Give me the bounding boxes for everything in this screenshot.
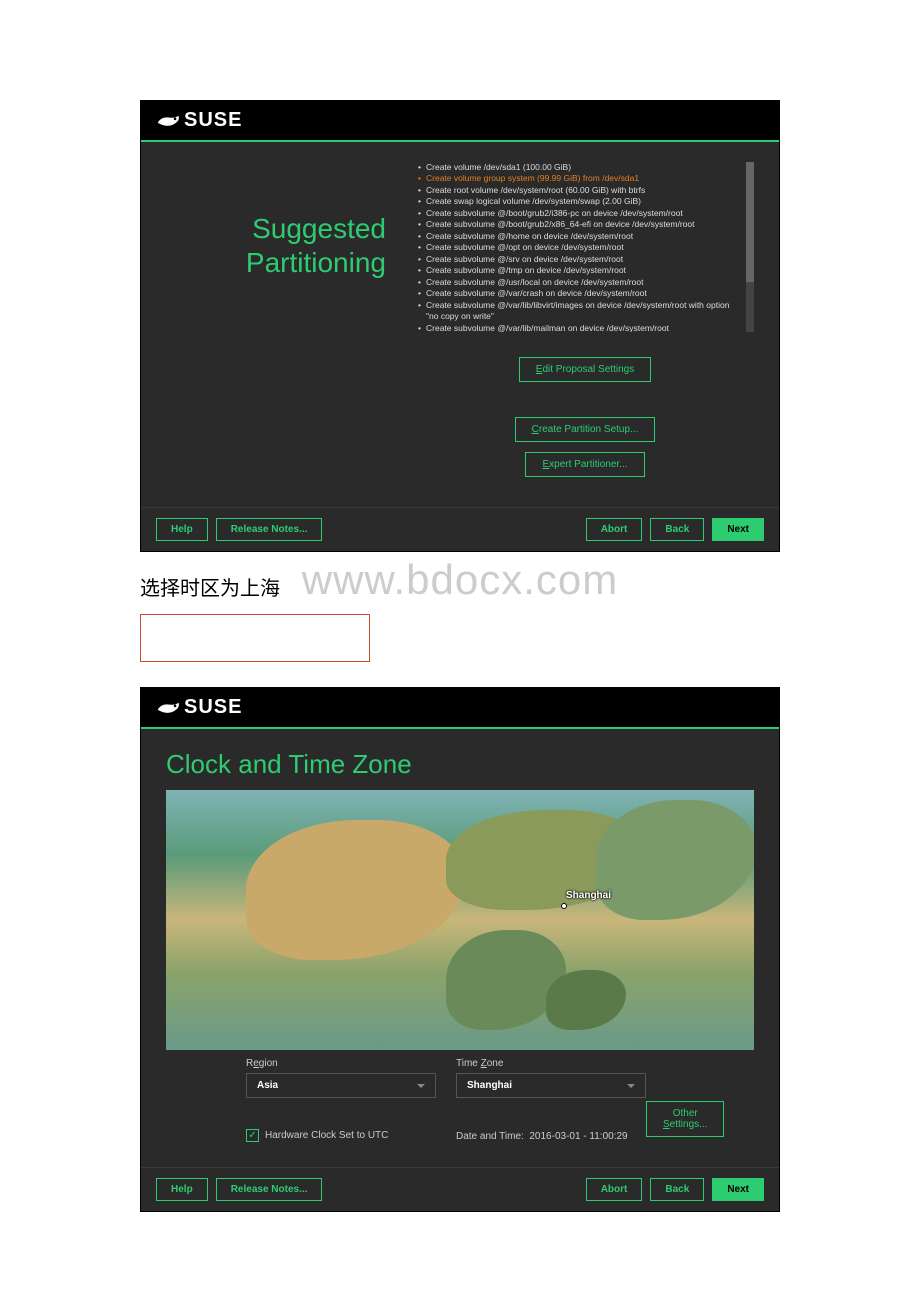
create-partition-button[interactable]: Create Partition Setup... <box>515 417 656 442</box>
hwclock-label: Hardware Clock Set to UTC <box>265 1130 388 1141</box>
proposal-item: Create subvolume @/srv on device /dev/sy… <box>416 254 742 265</box>
annotation-box <box>140 614 370 662</box>
proposal-item: Create volume group system (99.99 GiB) f… <box>416 173 742 184</box>
timezone-dropdown[interactable]: Shanghai <box>456 1073 646 1098</box>
clock-content: Clock and Time Zone Shanghai Region Asia <box>141 729 779 1167</box>
watermark: www.bdocx.com <box>140 556 780 604</box>
city-label: Shanghai <box>566 890 611 901</box>
help-button[interactable]: Help <box>156 518 208 541</box>
proposal-item: Create subvolume @/opt on device /dev/sy… <box>416 242 742 253</box>
proposal-item: Create subvolume @/var/crash on device /… <box>416 288 742 299</box>
edit-proposal-button[interactable]: Edit Proposal Settings <box>519 357 651 382</box>
abort-button[interactable]: Abort <box>586 1178 643 1201</box>
timezone-label: Time Zone <box>456 1058 646 1069</box>
release-notes-button[interactable]: Release Notes... <box>216 1178 323 1201</box>
partition-content: Suggested Partitioning Create volume /de… <box>141 142 779 507</box>
chameleon-icon <box>156 112 182 130</box>
region-label: Region <box>246 1058 436 1069</box>
brand-text: SUSE <box>184 109 242 132</box>
next-button[interactable]: Next <box>712 518 764 541</box>
proposal-item: Create root volume /dev/system/root (60.… <box>416 185 742 196</box>
help-button[interactable]: Help <box>156 1178 208 1201</box>
timezone-map[interactable]: Shanghai <box>166 790 754 1050</box>
region-dropdown[interactable]: Asia <box>246 1073 436 1098</box>
proposal-item: Create swap logical volume /dev/system/s… <box>416 196 742 207</box>
window-header: SUSE <box>141 688 779 729</box>
proposal-item: Create subvolume @/boot/grub2/x86_64-efi… <box>416 219 742 230</box>
page-title: Clock and Time Zone <box>166 749 754 780</box>
datetime-display: Date and Time: 2016-03-01 - 11:00:29 <box>456 1131 646 1142</box>
proposal-item: Create subvolume @/usr/local on device /… <box>416 277 742 288</box>
footer-bar: Help Release Notes... Abort Back Next <box>141 507 779 551</box>
abort-button[interactable]: Abort <box>586 518 643 541</box>
proposal-panel: Create volume /dev/sda1 (100.00 GiB)Crea… <box>416 162 754 482</box>
back-button[interactable]: Back <box>650 1178 704 1201</box>
chevron-down-icon <box>417 1084 425 1088</box>
installer-window-partitioning: SUSE Suggested Partitioning Create volum… <box>140 100 780 552</box>
back-button[interactable]: Back <box>650 518 704 541</box>
proposal-item: Create subvolume @/home on device /dev/s… <box>416 231 742 242</box>
release-notes-button[interactable]: Release Notes... <box>216 518 323 541</box>
installer-window-clock: SUSE Clock and Time Zone Shanghai Region… <box>140 687 780 1212</box>
window-header: SUSE <box>141 101 779 142</box>
next-button[interactable]: Next <box>712 1178 764 1201</box>
proposal-item: Create subvolume @/var/lib/mailman on de… <box>416 323 742 332</box>
proposal-item: Create subvolume @/tmp on device /dev/sy… <box>416 265 742 276</box>
scroll-thumb[interactable] <box>746 162 754 282</box>
chevron-down-icon <box>627 1084 635 1088</box>
chameleon-icon <box>156 699 182 717</box>
city-marker <box>561 903 567 909</box>
proposal-list: Create volume /dev/sda1 (100.00 GiB)Crea… <box>416 162 754 332</box>
proposal-item: Create volume /dev/sda1 (100.00 GiB) <box>416 162 742 173</box>
page-title: Suggested Partitioning <box>166 162 386 482</box>
expert-partitioner-button[interactable]: Expert Partitioner... <box>525 452 644 477</box>
proposal-item: Create subvolume @/boot/grub2/i386-pc on… <box>416 208 742 219</box>
suse-logo: SUSE <box>156 109 764 132</box>
footer-bar: Help Release Notes... Abort Back Next <box>141 1167 779 1211</box>
hwclock-checkbox[interactable]: ✓ <box>246 1129 259 1142</box>
brand-text: SUSE <box>184 696 242 719</box>
proposal-item: Create subvolume @/var/lib/libvirt/image… <box>416 300 742 323</box>
suse-logo: SUSE <box>156 696 764 719</box>
scrollbar[interactable] <box>746 162 754 332</box>
other-settings-button[interactable]: Other Settings... <box>646 1101 724 1137</box>
